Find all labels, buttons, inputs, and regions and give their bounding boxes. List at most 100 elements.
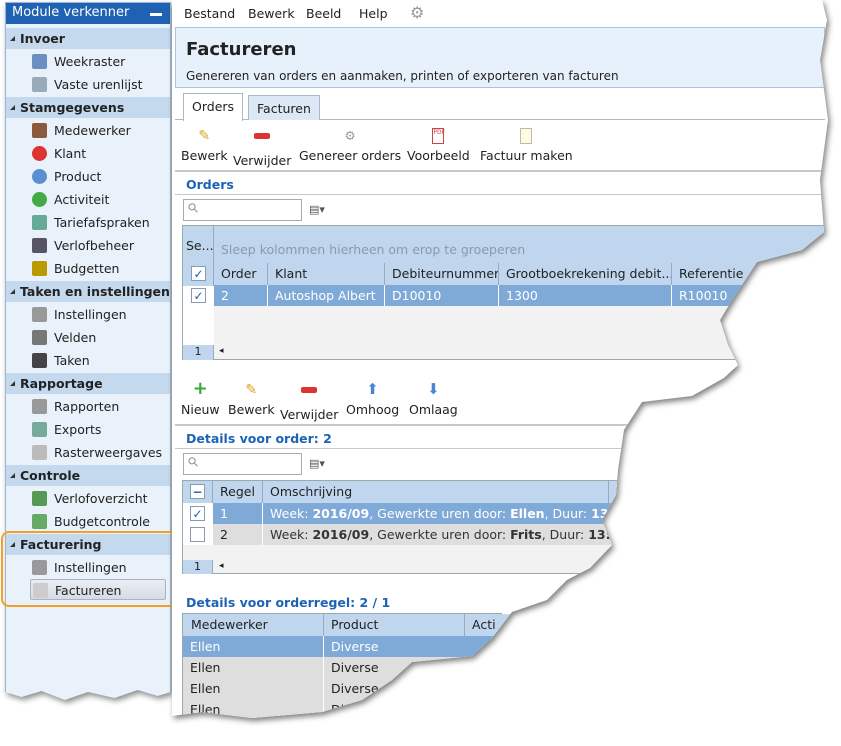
omschrijving-cell[interactable]: Week: 2016/09, Gewerkte uren door: Ellen…: [263, 503, 803, 524]
verwijder-detail-button[interactable]: Verwijder: [280, 382, 338, 422]
menu-help[interactable]: Help: [359, 6, 388, 21]
group-by-area[interactable]: Sleep kolommen hierheen om erop te groep…: [214, 226, 828, 263]
verlofbeheer-icon: [32, 238, 47, 253]
taken-icon: [32, 353, 47, 368]
exports-icon: [32, 422, 47, 437]
column-header-3[interactable]: Grootboekrekening debit...: [499, 263, 672, 285]
menu-bewerk[interactable]: Bewerk: [248, 6, 295, 21]
regel-cell[interactable]: 1: [213, 503, 263, 524]
weekraster-icon: [32, 54, 47, 69]
arrow-down-icon: ⬇: [427, 380, 440, 398]
column-header-2[interactable]: Debiteurnummer: [385, 263, 499, 285]
sidebar-group-stamgegevens[interactable]: Stamgegevens: [6, 97, 170, 118]
orderline-section-title: Details voor orderregel: 2 / 1: [186, 595, 391, 610]
medewerker-cell[interactable]: Ellen: [183, 699, 324, 718]
row-count: 1: [183, 345, 214, 360]
sidebar-item-activiteit[interactable]: Activiteit: [30, 189, 166, 210]
verwijder-button[interactable]: Verwijder: [233, 128, 291, 168]
column-header-1[interactable]: Klant: [268, 263, 385, 285]
table-cell[interactable]: D10010: [385, 285, 499, 306]
sidebar-item-rapporten[interactable]: Rapporten: [30, 396, 166, 417]
sidebar-item-instellingen[interactable]: Instellingen: [30, 304, 166, 325]
sidebar-item-budgetten[interactable]: Budgetten: [30, 258, 166, 279]
instellingen-icon: [32, 307, 47, 322]
klant-icon: [32, 146, 47, 161]
tariefafspraken-icon: [32, 215, 47, 230]
column-header-activiteit[interactable]: Acti: [465, 614, 525, 636]
column-header-omschrijving[interactable]: Omschrijving: [263, 481, 609, 503]
nieuw-button[interactable]: + Nieuw: [181, 380, 220, 418]
medewerker-cell[interactable]: Ellen: [183, 657, 324, 678]
column-header-4[interactable]: Referentie: [672, 263, 781, 285]
sidebar-item-tariefafspraken[interactable]: Tariefafspraken: [30, 212, 166, 233]
select-all-checkbox[interactable]: −: [190, 484, 205, 499]
medewerker-cell[interactable]: Ellen: [183, 678, 324, 699]
orderline-grid: Medewerker Product Acti Ellen Diverse Elle…: [182, 613, 525, 718]
sidebar-item-budgetcontrole[interactable]: Budgetcontrole: [30, 511, 166, 532]
sidebar-item-verlofbeheer[interactable]: Verlofbeheer: [30, 235, 166, 256]
sidebar-group-invoer[interactable]: Invoer: [6, 28, 170, 49]
collapse-button[interactable]: [150, 13, 162, 16]
genereer-orders-button[interactable]: ⚙ Genereer orders: [299, 128, 401, 163]
pdf-icon: PDF: [432, 128, 445, 144]
row-checkbox[interactable]: [190, 527, 205, 542]
tab-facturen[interactable]: Facturen: [248, 95, 320, 120]
page-subtitle: Genereren van orders en aanmaken, printe…: [186, 69, 619, 83]
grid-settings-dropdown[interactable]: ▤▾: [309, 457, 335, 473]
table-cell[interactable]: 1300: [499, 285, 672, 306]
regel-cell[interactable]: 2: [213, 524, 263, 545]
select-all-checkbox[interactable]: ✓: [191, 266, 206, 281]
sidebar-group-rapportage[interactable]: Rapportage: [6, 373, 170, 394]
medewerker-icon: [32, 123, 47, 138]
bewerk-button[interactable]: ✎ Bewerk: [181, 128, 228, 163]
omlaag-button[interactable]: ⬇ Omlaag: [409, 380, 458, 418]
page-header: Factureren Genereren van orders en aanma…: [175, 27, 825, 88]
module-explorer-header: Module verkenner: [6, 3, 170, 24]
sidebar-item-exports[interactable]: Exports: [30, 419, 166, 440]
sidebar-item-taken[interactable]: Taken: [30, 350, 166, 371]
scroll-left-arrow[interactable]: ◂: [219, 346, 224, 356]
sidebar-item-weekraster[interactable]: Weekraster: [30, 51, 166, 72]
table-cell[interactable]: Autoshop Albert: [268, 285, 385, 306]
verlofoverzicht-icon: [32, 491, 47, 506]
column-header-0[interactable]: Order: [214, 263, 268, 285]
sidebar-item-klant[interactable]: Klant: [30, 143, 166, 164]
factuur-maken-button[interactable]: Factuur maken: [480, 128, 573, 163]
table-cell[interactable]: R10010: [672, 285, 781, 306]
column-header-regel[interactable]: Regel: [213, 481, 263, 503]
product-cell[interactable]: Diverse: [324, 699, 503, 718]
module-explorer-title: Module verkenner: [12, 5, 130, 20]
tab-orders[interactable]: Orders: [183, 93, 244, 121]
table-cell[interactable]: 2: [214, 285, 268, 306]
medewerker-cell[interactable]: Ellen: [183, 636, 324, 657]
bewerk-detail-button[interactable]: ✎ Bewerk: [228, 382, 275, 417]
product-cell[interactable]: Diverse: [324, 657, 503, 678]
sidebar-item-product[interactable]: Product: [30, 166, 166, 187]
sidebar-group-taken-en-instellingen[interactable]: Taken en instellingen: [6, 281, 170, 302]
omhoog-button[interactable]: ⬆ Omhoog: [346, 382, 399, 418]
pencil-icon: ✎: [245, 382, 258, 398]
menu-beeld[interactable]: Beeld: [306, 6, 341, 21]
orders-search-input[interactable]: [183, 199, 302, 221]
menu-bestand[interactable]: Bestand: [184, 6, 235, 21]
sidebar-item-medewerker[interactable]: Medewerker: [30, 120, 166, 141]
scroll-left-arrow[interactable]: ◂: [219, 561, 224, 571]
grid-settings-dropdown[interactable]: ▤▾: [309, 203, 335, 219]
sidebar-item-vaste urenlijst[interactable]: Vaste urenlijst: [30, 74, 166, 95]
omschrijving-cell[interactable]: Week: 2016/09, Gewerkte uren door: Frits…: [263, 524, 803, 545]
row-checkbox[interactable]: ✓: [191, 288, 206, 303]
sidebar-item-verlofoverzicht[interactable]: Verlofoverzicht: [30, 488, 166, 509]
sidebar-group-controle[interactable]: Controle: [6, 465, 170, 486]
product-cell[interactable]: Diverse: [324, 678, 503, 699]
gear-icon[interactable]: ⚙: [410, 3, 424, 22]
sidebar-item-velden[interactable]: Velden: [30, 327, 166, 348]
main-panel: Bestand Bewerk Beeld Help ⚙ Factureren G…: [172, 0, 841, 746]
row-checkbox[interactable]: ✓: [190, 506, 205, 521]
product-cell[interactable]: Diverse: [324, 636, 503, 657]
details-search-input[interactable]: [183, 453, 302, 475]
column-header-product[interactable]: Product: [324, 614, 465, 636]
minus-icon: [254, 133, 271, 149]
column-header-medewerker[interactable]: Medewerker: [183, 614, 324, 636]
voorbeeld-button[interactable]: PDF Voorbeeld: [407, 128, 470, 163]
sidebar-item-rasterweergaves[interactable]: Rasterweergaves: [30, 442, 166, 463]
